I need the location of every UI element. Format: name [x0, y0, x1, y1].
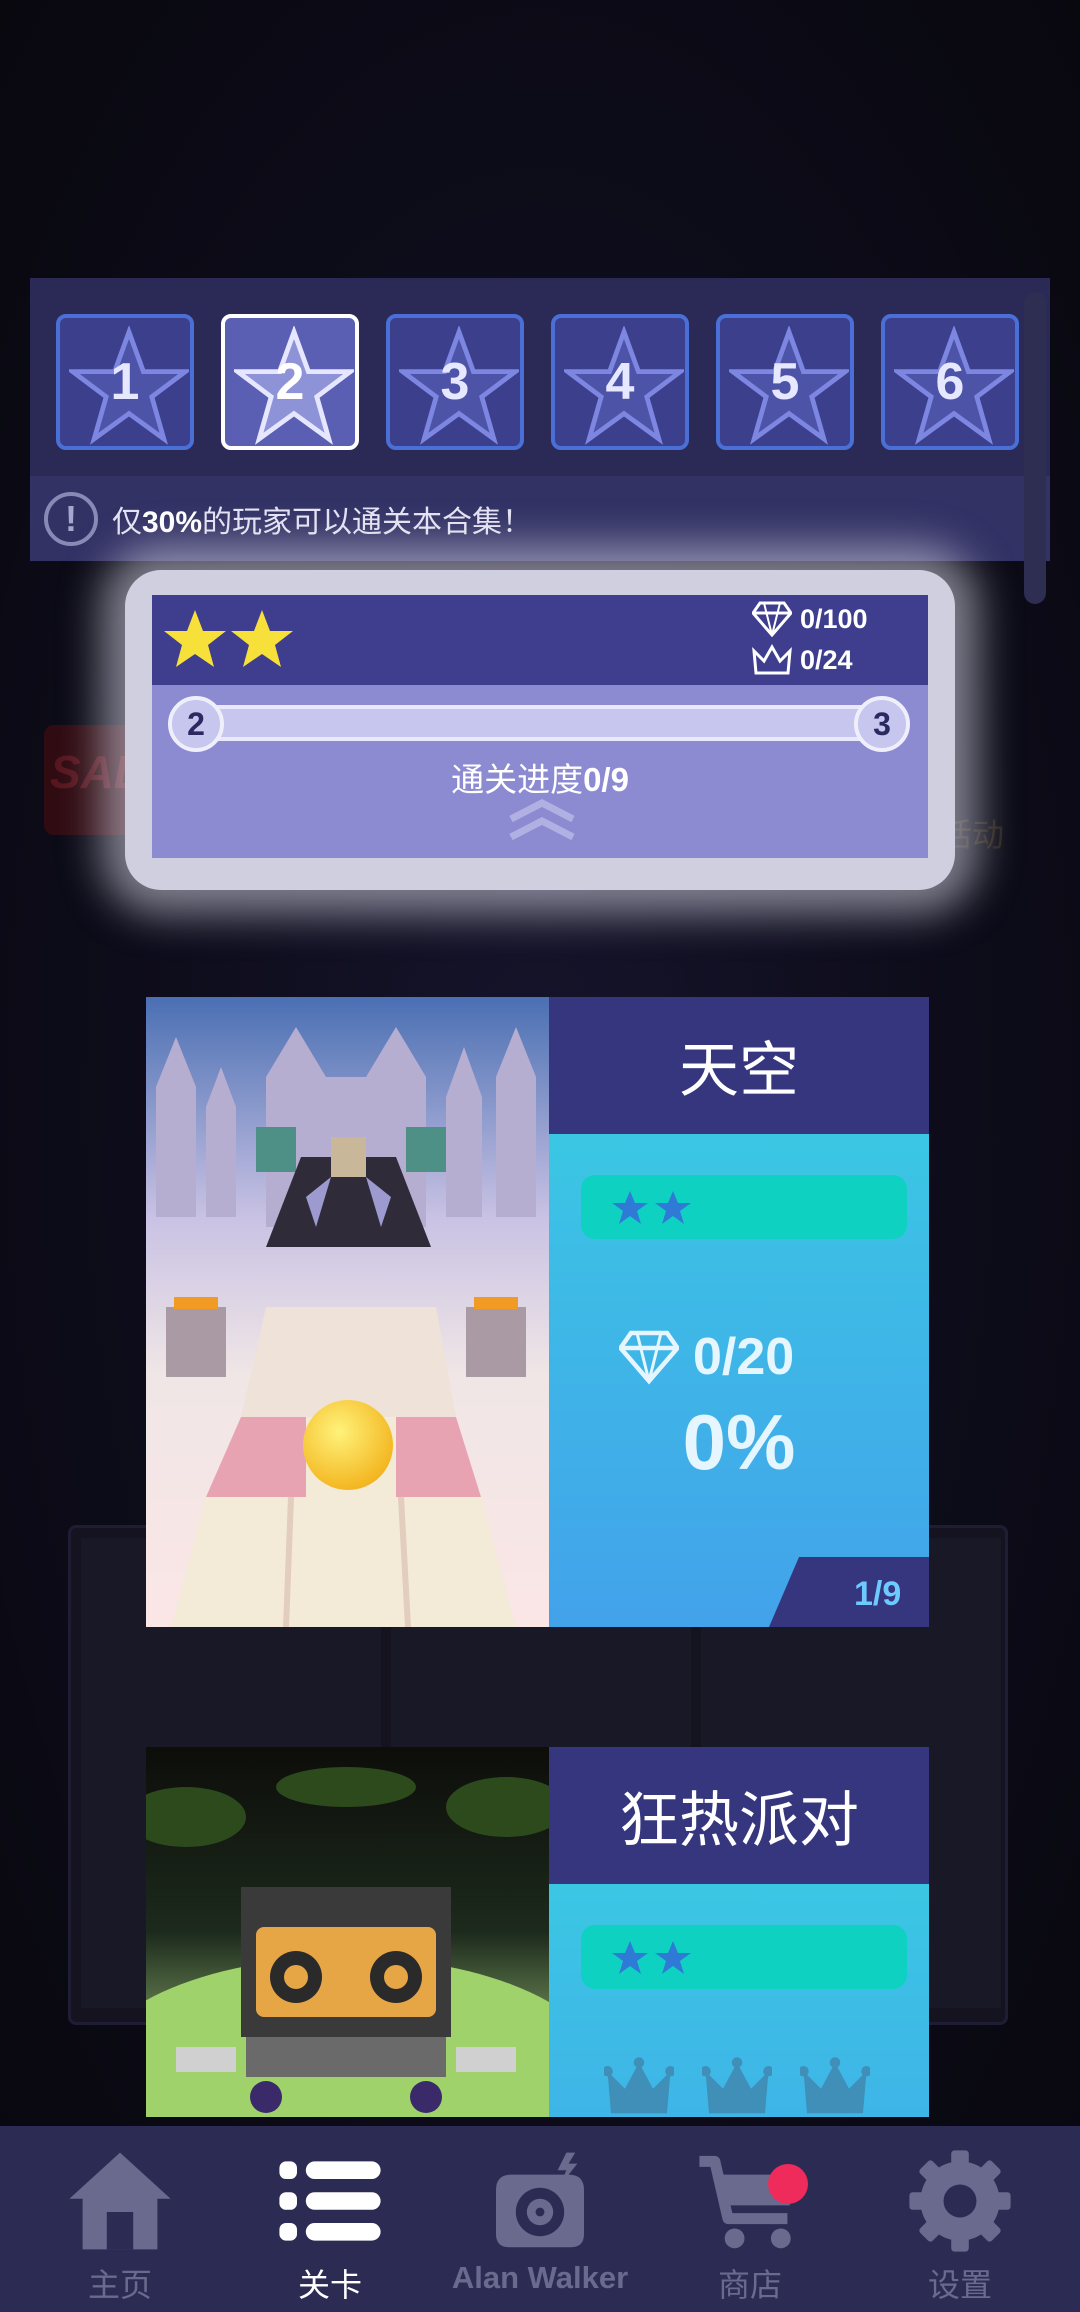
diamond-icon	[752, 601, 792, 637]
crown-stat: 0/24	[752, 643, 853, 677]
crown-count: 0/24	[800, 644, 853, 675]
level-number: 3	[440, 353, 470, 411]
level-artwork-sky	[146, 997, 549, 1627]
nav-alan-walker[interactable]: Alan Walker	[440, 2126, 640, 2312]
list-icon	[279, 2161, 381, 2241]
level-stars-bar	[581, 1175, 907, 1239]
bottom-navigation: 主页 关卡 Alan Walker 商店 设置	[0, 2126, 1080, 2312]
crown-icon	[752, 643, 792, 675]
nav-home[interactable]: 主页	[20, 2126, 220, 2312]
track-end-node: 3	[854, 696, 910, 752]
nav-label: 设置	[927, 2267, 992, 2303]
level-tile-5[interactable]: 5	[716, 314, 854, 450]
level-gem-stat: 0/20	[619, 1327, 794, 1387]
level-crowns	[604, 2057, 870, 2117]
level-tiles: 1 2 3 4 5 6	[56, 314, 1036, 450]
nav-label: 关卡	[297, 2267, 362, 2303]
gear-icon	[909, 2150, 1011, 2252]
level-index: 1/9	[854, 1575, 902, 1613]
level-number: 2	[275, 353, 305, 411]
scrollbar[interactable]	[1024, 292, 1046, 604]
level-tile-4[interactable]: 4	[551, 314, 689, 450]
notice-text: 仅30%的玩家可以通关本合集！	[112, 505, 533, 539]
stars-icon	[612, 1941, 691, 1974]
level-completion-percent: 0%	[682, 1398, 796, 1486]
level-number: 1	[110, 353, 140, 411]
diamond-icon	[619, 1330, 679, 1385]
gem-stat: 0/100	[752, 601, 868, 637]
crown-icon	[702, 2057, 772, 2114]
completion-notice: ! 仅30%的玩家可以通关本合集！	[30, 476, 1050, 561]
stars-earned-icon	[164, 610, 293, 667]
nav-label: Alan Walker	[451, 2260, 629, 2295]
nav-levels[interactable]: 关卡	[230, 2126, 430, 2312]
exclamation-icon: !	[44, 491, 98, 546]
crown-icon	[800, 2057, 870, 2114]
background-sale-banner: SAL	[44, 725, 142, 835]
level-number: 6	[935, 353, 965, 411]
level-selector: 1 2 3 4 5 6 ! 仅30%的玩家可以通关本合集！	[30, 278, 1050, 561]
progress-card-header: 0/100 0/24	[152, 595, 928, 685]
level-tile-6[interactable]: 6	[881, 314, 1019, 450]
completion-progress: 通关进度0/9	[451, 761, 629, 798]
gem-count: 0/100	[800, 603, 868, 634]
chevron-up-icon[interactable]	[507, 797, 577, 843]
alan-walker-icon	[496, 2152, 584, 2248]
nav-label: 商店	[717, 2267, 782, 2303]
level-number: 5	[770, 353, 800, 411]
level-gem-count: 0/20	[693, 1328, 795, 1386]
stars-icon	[612, 1191, 691, 1224]
level-stars-bar	[581, 1925, 907, 1989]
level-tile-1[interactable]: 1	[56, 314, 194, 450]
track-start-node: 2	[168, 696, 224, 752]
level-info-sky: 天空 0/20 0% 1/9	[549, 997, 929, 1627]
level-tile-3[interactable]: 3	[386, 314, 524, 450]
level-info-party: 狂热派对	[549, 1747, 929, 2117]
level-tile-2[interactable]: 2	[221, 314, 359, 450]
shop-notification-badge	[768, 2164, 808, 2204]
level-card-party[interactable]: 狂热派对	[146, 1747, 929, 2117]
progress-card[interactable]: 0/100 0/24 2 3 通关进度0/9	[152, 595, 928, 858]
progress-track	[178, 705, 900, 741]
level-title: 狂热派对	[549, 1747, 929, 1884]
level-artwork-party	[146, 1747, 549, 2117]
nav-shop[interactable]: 商店	[650, 2126, 850, 2312]
level-number: 4	[605, 353, 635, 411]
level-index-corner	[769, 1557, 929, 1627]
nav-settings[interactable]: 设置	[860, 2126, 1060, 2312]
home-icon	[69, 2152, 171, 2250]
level-card-sky[interactable]: 天空 0/20 0% 1/9	[146, 997, 929, 1627]
nav-label: 主页	[87, 2267, 152, 2303]
crown-icon	[604, 2057, 674, 2114]
level-title: 天空	[549, 997, 929, 1134]
